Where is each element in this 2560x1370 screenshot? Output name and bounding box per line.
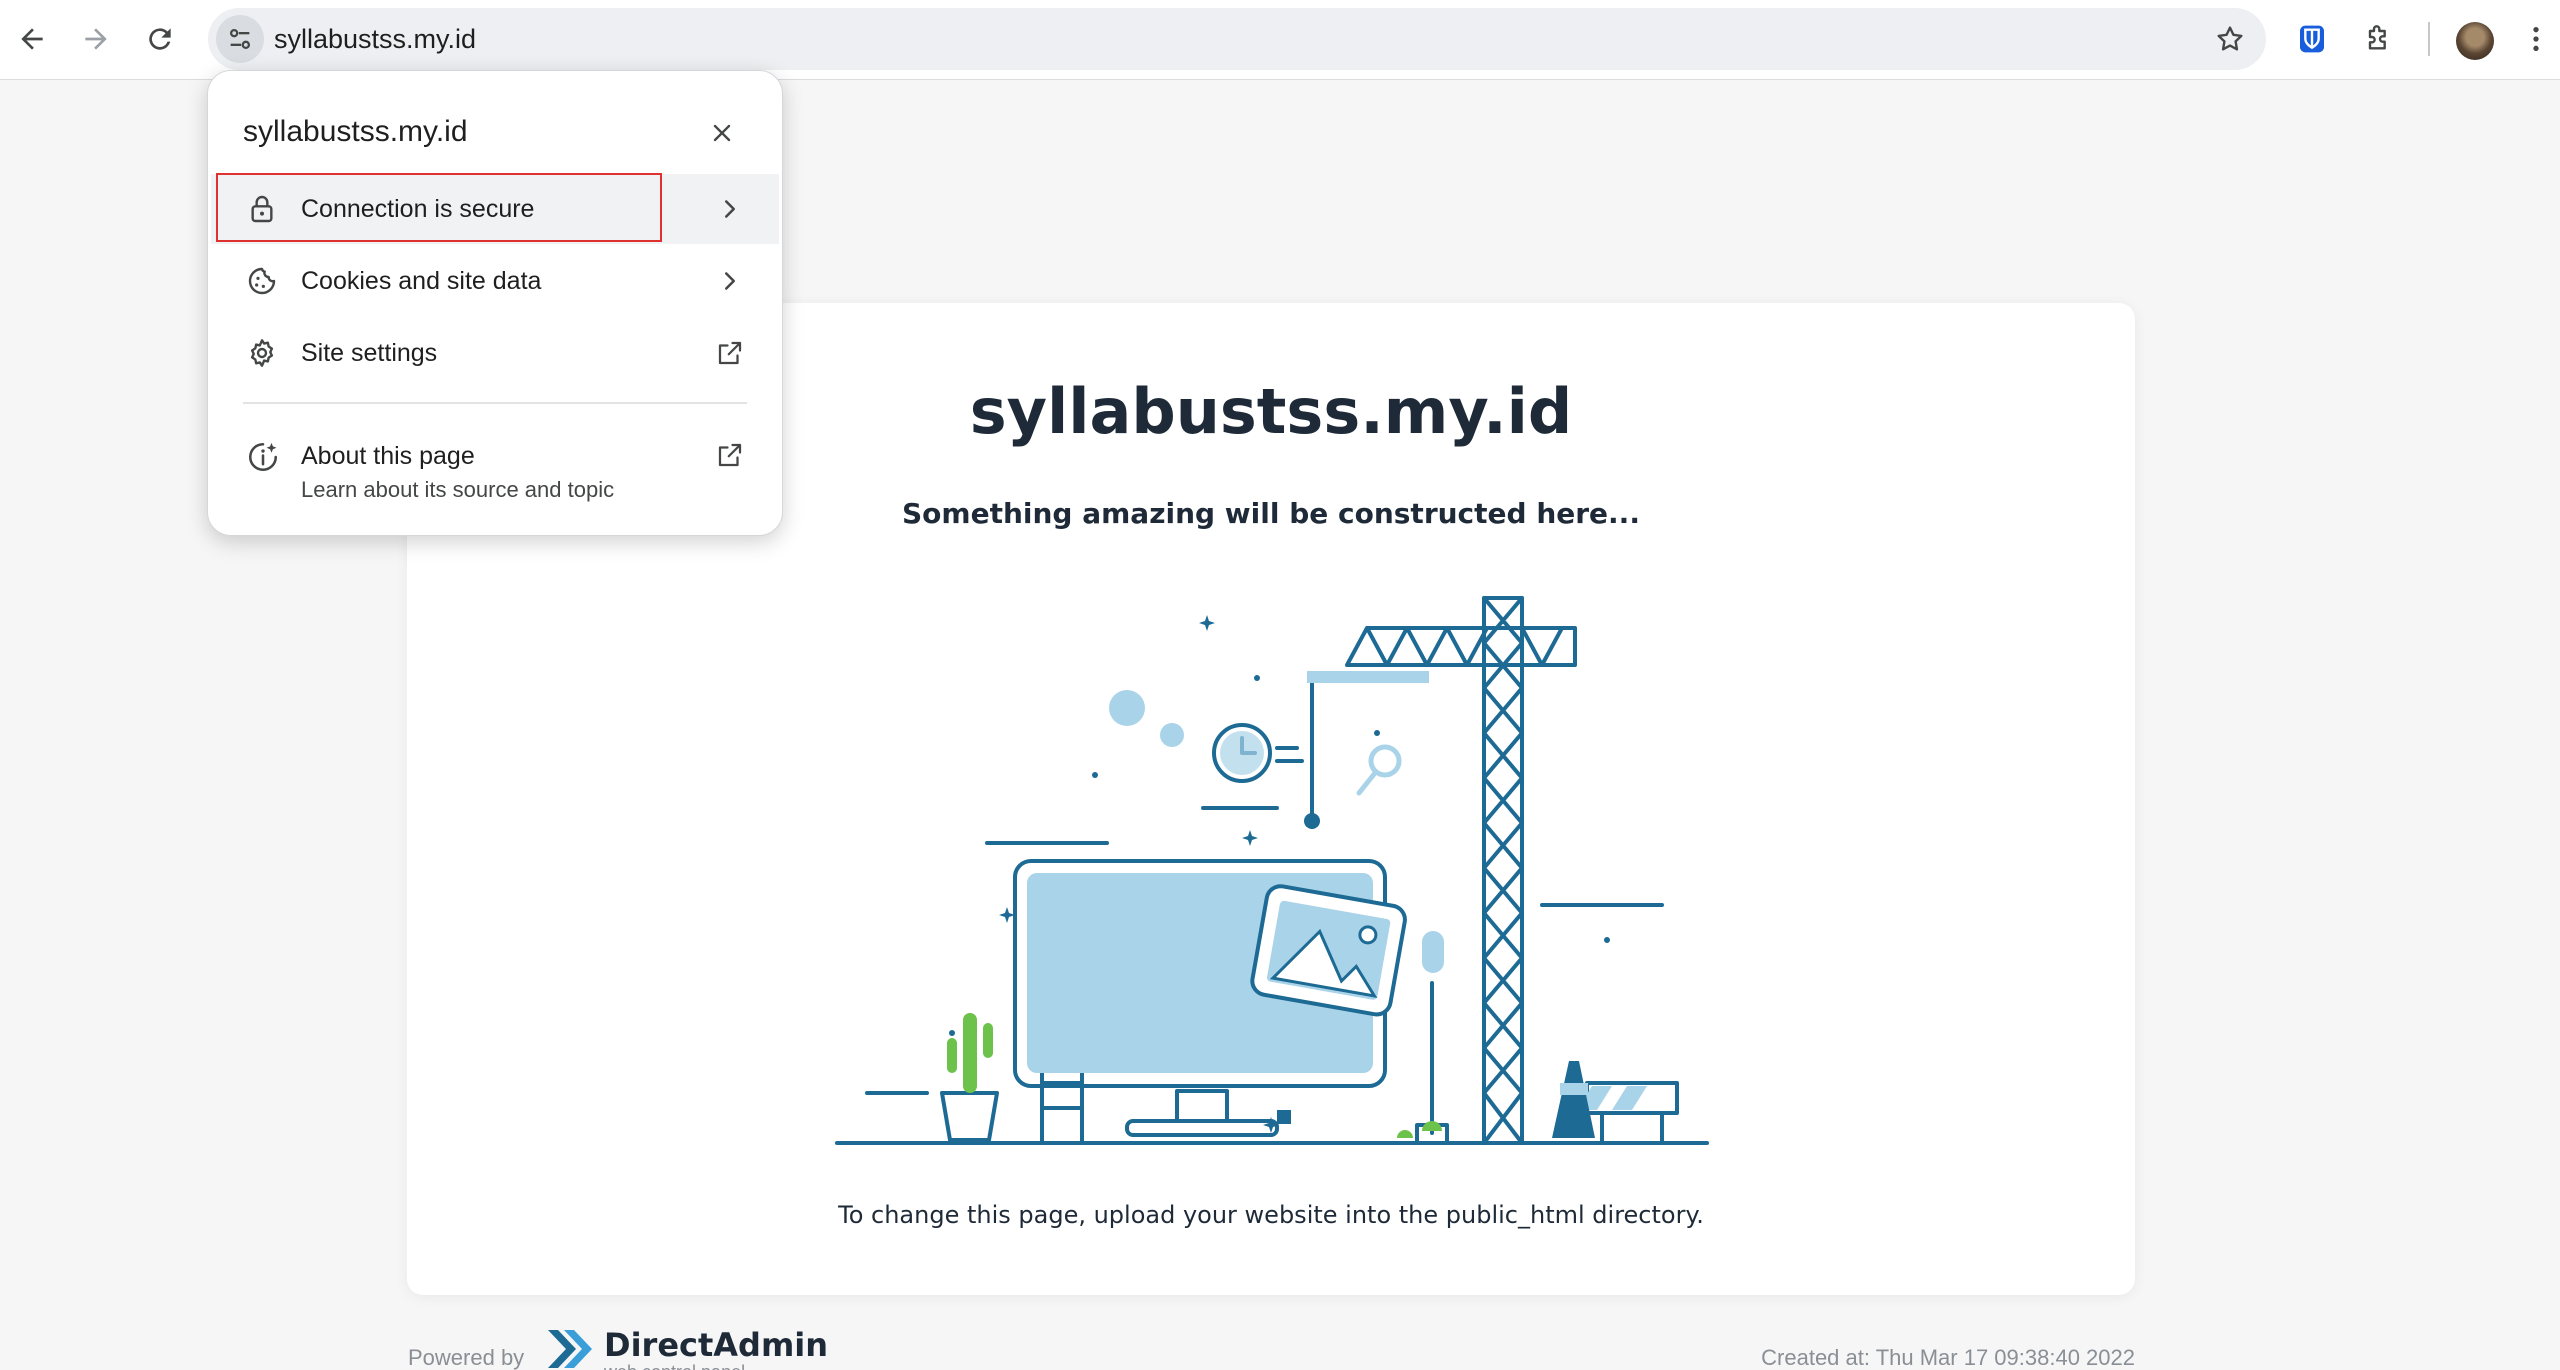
vertical-dots-icon (2533, 27, 2539, 51)
browser-toolbar: syllabustss.my.id (0, 0, 2560, 80)
menu-item-label: Cookies and site data (301, 267, 542, 295)
bitwarden-shield-icon (2300, 25, 2324, 53)
forward-button[interactable] (66, 9, 126, 69)
star-icon (2217, 26, 2243, 51)
back-button[interactable] (2, 9, 62, 69)
profile-avatar[interactable] (2456, 22, 2494, 60)
info-spark-icon (248, 442, 278, 472)
tune-icon (229, 28, 251, 50)
annotation-highlight-box (216, 173, 662, 242)
bookmark-button[interactable] (2210, 19, 2250, 59)
close-icon (713, 124, 731, 142)
puzzle-icon (2368, 25, 2386, 50)
created-timestamp: Created at: Thu Mar 17 09:38:40 2022 (1761, 1345, 2135, 1370)
toolbar-separator (2428, 22, 2430, 56)
external-link-icon (718, 443, 742, 467)
powered-by-label: Powered by (408, 1345, 525, 1370)
arrow-left-icon (21, 28, 43, 50)
gear-icon (250, 339, 274, 367)
directadmin-logo-icon[interactable] (544, 1324, 594, 1370)
url-text[interactable]: syllabustss.my.id (274, 24, 476, 55)
site-info-button[interactable] (216, 15, 264, 63)
extensions-button[interactable] (2348, 9, 2408, 69)
directadmin-tagline: web control panel (604, 1362, 745, 1370)
upload-instruction: To change this page, upload your website… (838, 1201, 1704, 1229)
address-bar[interactable]: syllabustss.my.id (208, 8, 2266, 70)
directadmin-brand[interactable]: DirectAdmin (604, 1326, 828, 1364)
arrow-right-icon (85, 28, 107, 50)
popup-site-title: syllabustss.my.id (243, 115, 468, 148)
menu-item-cookies[interactable]: Cookies and site data (211, 246, 779, 316)
menu-item-site-settings[interactable]: Site settings (211, 318, 779, 388)
reload-button[interactable] (130, 9, 190, 69)
cookie-icon (248, 267, 276, 295)
about-page-label: About this page (301, 442, 475, 470)
chevron-right-icon (725, 272, 735, 290)
site-info-popup: syllabustss.my.id Connection is secure C… (207, 70, 783, 536)
external-link-icon (718, 341, 742, 365)
reload-icon (149, 28, 171, 50)
popup-close-button[interactable] (702, 113, 742, 153)
menu-item-about-page[interactable]: About this page Learn about its source a… (211, 416, 779, 526)
about-page-sublabel: Learn about its source and topic (301, 477, 615, 502)
popup-divider (243, 402, 747, 404)
password-manager-button[interactable] (2282, 9, 2342, 69)
construction-illustration (835, 596, 1709, 1145)
browser-menu-button[interactable] (2512, 9, 2560, 69)
chevron-right-icon (725, 200, 735, 218)
menu-item-label: Site settings (301, 339, 438, 367)
